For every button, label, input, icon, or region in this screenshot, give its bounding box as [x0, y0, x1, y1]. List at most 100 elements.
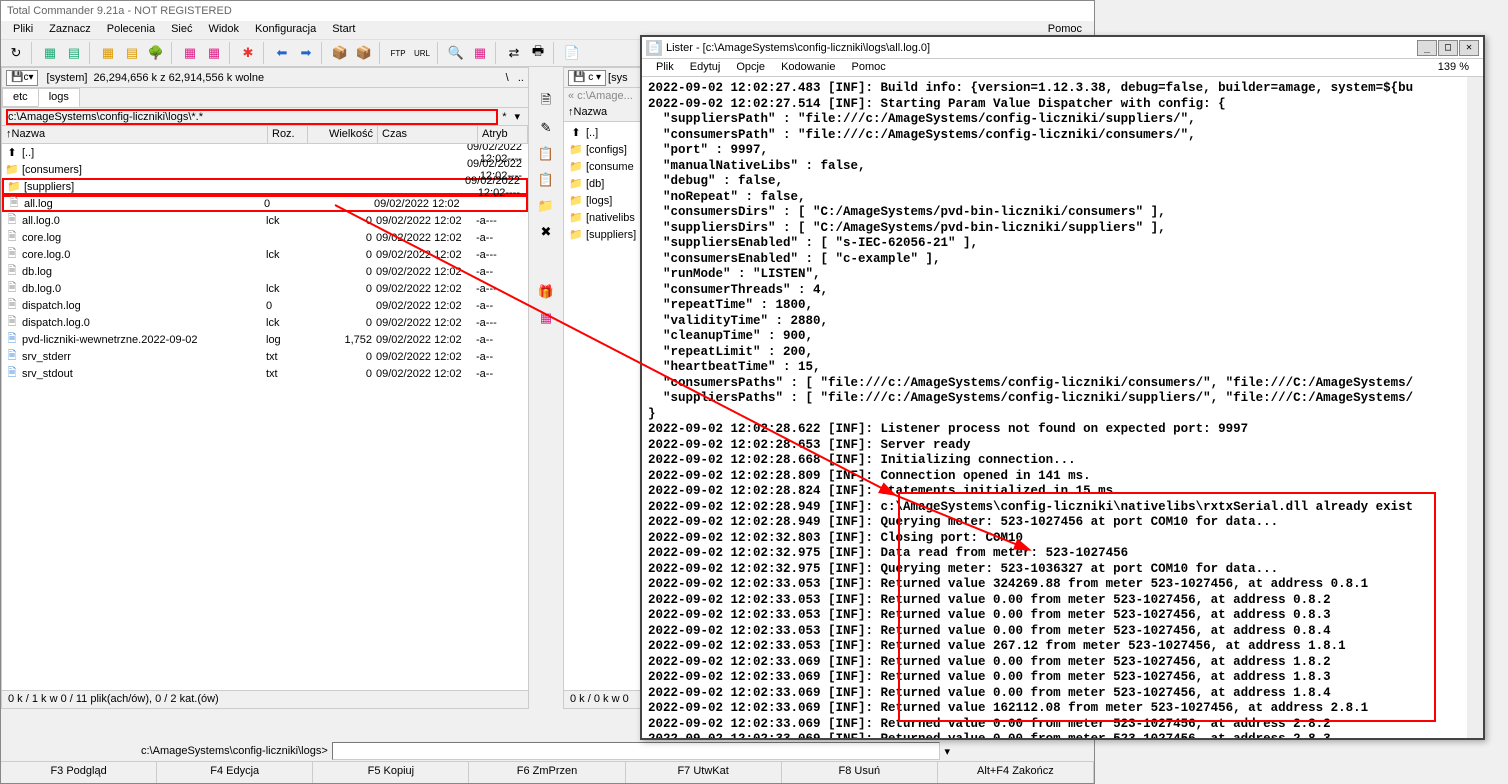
lister-menu-encoding[interactable]: Kodowanie: [773, 59, 843, 76]
file-row[interactable]: 🗎all.log009/02/2022 12:02: [2, 195, 528, 212]
drive-c-button[interactable]: 💾 c ▾: [6, 70, 38, 86]
opt1-icon[interactable]: ▦: [179, 42, 201, 64]
pack-icon[interactable]: 📦: [329, 42, 351, 64]
lister-menu-help[interactable]: Pomoc: [844, 59, 894, 76]
right-drive-c-button[interactable]: 💾 c ▾: [568, 70, 606, 86]
lister-content[interactable]: 2022-09-02 12:02:27.483 [INF]: Build inf…: [642, 77, 1483, 738]
ftp-icon[interactable]: FTP: [387, 42, 409, 64]
unpack-icon[interactable]: 📦: [353, 42, 375, 64]
lister-window: 📄 Lister - [c:\AmageSystems\config-liczn…: [640, 35, 1485, 740]
file-row[interactable]: 🗎core.log.0lck009/02/2022 12:02-a---: [2, 246, 528, 263]
gift-icon[interactable]: 🎁: [535, 281, 557, 303]
col-name[interactable]: ↑Nazwa: [2, 126, 268, 143]
right-tree[interactable]: ⬆[..]📁[configs]📁[consume📁[db]📁[logs]📁[na…: [564, 122, 642, 245]
menu-commands[interactable]: Polecenia: [99, 21, 163, 39]
right-panel: 💾 c ▾ [sys « c:\Amage... ↑Nazwa ⬆[..]📁[c…: [563, 67, 643, 709]
file-row[interactable]: 📁[consumers]09/02/2022 12:02----: [2, 161, 528, 178]
file-row[interactable]: 🗎pvd-liczniki-wewnetrzne.2022-09-02log1,…: [2, 331, 528, 348]
f6-move[interactable]: F6 ZmPrzen: [469, 762, 625, 783]
grid2-icon[interactable]: ▤: [63, 42, 85, 64]
col-ext[interactable]: Roz.: [268, 126, 308, 143]
file-row[interactable]: 🗎all.log.0lck009/02/2022 12:02-a---: [2, 212, 528, 229]
path-star[interactable]: *: [498, 111, 510, 123]
file-row[interactable]: 🗎core.log009/02/2022 12:02-a--: [2, 229, 528, 246]
file-row[interactable]: 🗎db.log.0lck009/02/2022 12:02-a---: [2, 280, 528, 297]
file-row[interactable]: 📁[suppliers]09/02/2022 12:02----: [2, 178, 528, 195]
file-row[interactable]: 🗎srv_stdouttxt009/02/2022 12:02-a--: [2, 365, 528, 382]
altf4-exit[interactable]: Alt+F4 Zakończ: [938, 762, 1094, 783]
file-row[interactable]: ⬆[..]09/02/2022 12:02----: [2, 144, 528, 161]
menu-files[interactable]: Pliki: [5, 21, 41, 39]
left-path[interactable]: c:\AmageSystems\config-liczniki\logs\*.*: [6, 109, 498, 125]
move-icon[interactable]: 📋: [535, 169, 557, 191]
maximize-button[interactable]: □: [1438, 40, 1458, 56]
grid1-icon[interactable]: ▦: [39, 42, 61, 64]
up-icon: ⬆: [568, 126, 584, 140]
back-icon[interactable]: ⬅: [271, 42, 293, 64]
print-icon[interactable]: 🖶: [527, 42, 549, 64]
menu-start[interactable]: Start: [324, 21, 363, 39]
menu-net[interactable]: Sieć: [163, 21, 200, 39]
file-row[interactable]: 🗎dispatch.log.0lck009/02/2022 12:02-a---: [2, 314, 528, 331]
path-dropdown[interactable]: ▾: [510, 110, 524, 123]
tree-icon[interactable]: 🌳: [145, 42, 167, 64]
edit-icon[interactable]: ✎: [535, 117, 557, 139]
left-file-list[interactable]: ⬆[..]09/02/2022 12:02----📁[consumers]09/…: [2, 144, 528, 690]
f3-view[interactable]: F3 Podgląd: [1, 762, 157, 783]
f4-edit[interactable]: F4 Edycja: [157, 762, 313, 783]
col-size[interactable]: Wielkość: [308, 126, 378, 143]
menu-select[interactable]: Zaznacz: [41, 21, 99, 39]
tree-item[interactable]: 📁[suppliers]: [566, 226, 640, 243]
col-attr[interactable]: Atryb: [478, 126, 528, 143]
fwd-icon[interactable]: ➡: [295, 42, 317, 64]
close-button[interactable]: ✕: [1459, 40, 1479, 56]
lister-menu-file[interactable]: Plik: [648, 59, 682, 76]
copy-icon[interactable]: 📋: [535, 143, 557, 165]
settings-icon[interactable]: ▦: [469, 42, 491, 64]
f8-delete[interactable]: F8 Usuń: [782, 762, 938, 783]
minimize-button[interactable]: _: [1417, 40, 1437, 56]
file-ext: lck: [266, 283, 306, 295]
notepad-icon[interactable]: 📄: [561, 42, 583, 64]
command-input[interactable]: [332, 742, 941, 760]
log-icon: 🗎: [4, 333, 20, 347]
tab-logs[interactable]: logs: [38, 88, 80, 107]
f5-copy[interactable]: F5 Kopiuj: [313, 762, 469, 783]
url-icon[interactable]: URL: [411, 42, 433, 64]
f7-mkdir[interactable]: F7 UtwKat: [626, 762, 782, 783]
tree-item[interactable]: 📁[db]: [566, 175, 640, 192]
menu-view[interactable]: Widok: [200, 21, 247, 39]
right-nav[interactable]: « c:\Amage...: [564, 88, 642, 104]
search-icon[interactable]: 🔍: [445, 42, 467, 64]
tree-item[interactable]: 📁[logs]: [566, 192, 640, 209]
tab-etc[interactable]: etc: [2, 88, 39, 107]
list1-icon[interactable]: ▦: [97, 42, 119, 64]
newfolder-icon[interactable]: 📁: [535, 195, 557, 217]
tree-item[interactable]: 📁[nativelibs: [566, 209, 640, 226]
view-icon[interactable]: 🗎: [535, 91, 557, 113]
drive-space: 26,294,656 k z 62,914,556 k wolne: [93, 72, 264, 84]
tree-item[interactable]: 📁[consume: [566, 158, 640, 175]
list2-icon[interactable]: ▤: [121, 42, 143, 64]
menu-config[interactable]: Konfiguracja: [247, 21, 324, 39]
tree-item[interactable]: 📁[configs]: [566, 141, 640, 158]
opt2-icon[interactable]: ▦: [203, 42, 225, 64]
star-icon[interactable]: ✱: [237, 42, 259, 64]
lock-icon[interactable]: ▦: [535, 307, 557, 329]
lister-menu-edit[interactable]: Edytuj: [682, 59, 729, 76]
file-row[interactable]: 🗎srv_stderrtxt009/02/2022 12:02-a--: [2, 348, 528, 365]
refresh-icon[interactable]: ↻: [5, 42, 27, 64]
sync-icon[interactable]: ⇄: [503, 42, 525, 64]
file-attr: -a--: [476, 232, 526, 244]
tree-item[interactable]: ⬆[..]: [566, 124, 640, 141]
file-icon: 🗎: [4, 316, 20, 330]
delete-icon[interactable]: ✖: [535, 221, 557, 243]
file-row[interactable]: 🗎db.log009/02/2022 12:02-a--: [2, 263, 528, 280]
right-col-name[interactable]: ↑Nazwa: [564, 104, 642, 121]
lister-titlebar[interactable]: 📄 Lister - [c:\AmageSystems\config-liczn…: [642, 37, 1483, 59]
cmd-dropdown[interactable]: ▾: [940, 745, 954, 758]
file-row[interactable]: 🗎dispatch.log009/02/2022 12:02-a--: [2, 297, 528, 314]
lister-scrollbar[interactable]: [1467, 77, 1483, 738]
col-date[interactable]: Czas: [378, 126, 478, 143]
lister-menu-options[interactable]: Opcje: [728, 59, 773, 76]
